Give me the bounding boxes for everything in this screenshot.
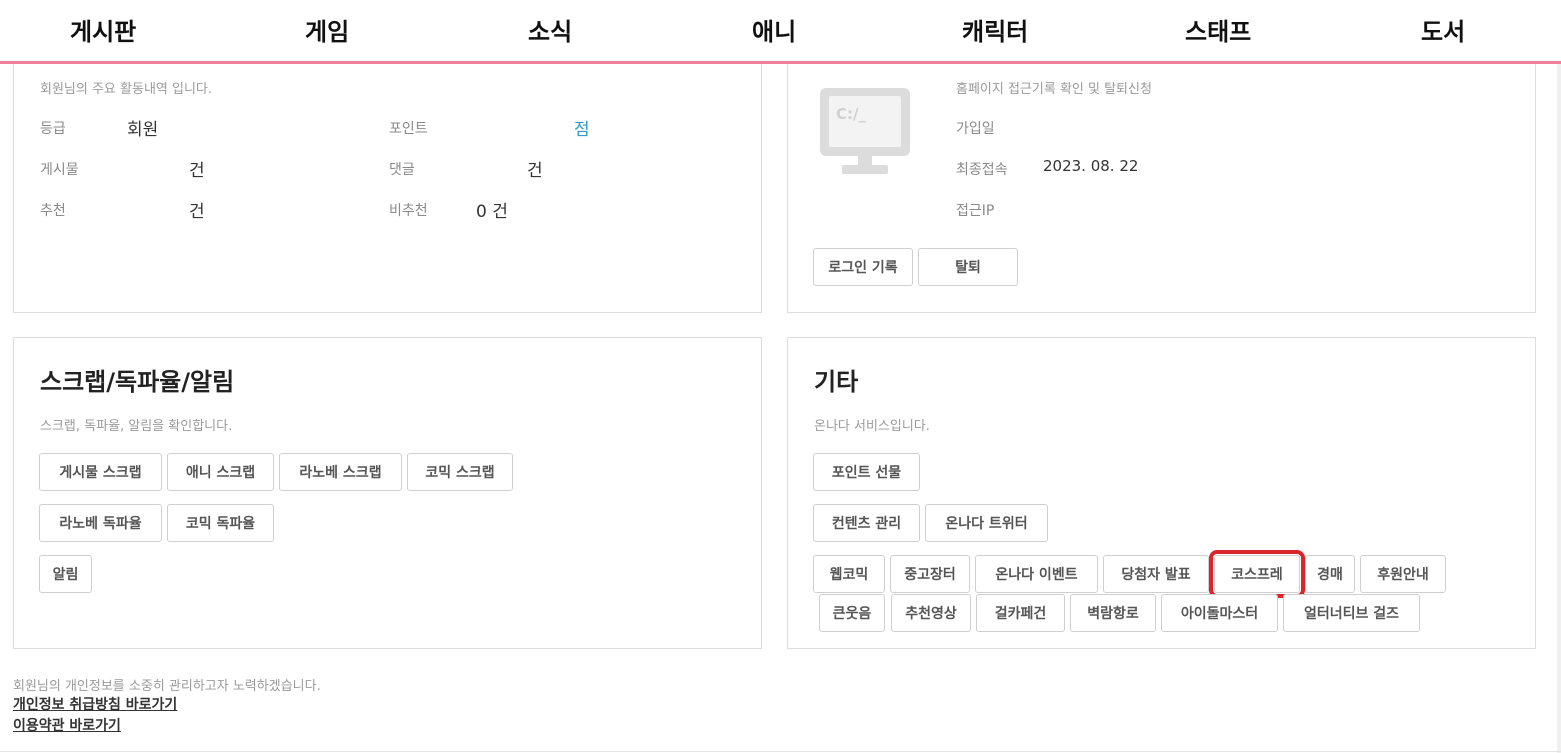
etc-description: 온나다 서비스입니다. xyxy=(814,419,930,434)
nav-item-anime[interactable]: 애니 xyxy=(752,12,796,47)
activity-panel: 회원님의 주요 활동내역 입니다. 등급 회원 포인트 점 게시물 건 댓글 건… xyxy=(13,64,762,313)
comic-scrap-button[interactable]: 코믹 스크랩 xyxy=(407,453,513,491)
notification-button[interactable]: 알림 xyxy=(39,555,92,593)
access-panel: C:/_ 홈페이지 접근기록 확인 및 탈퇴신청 가입일 최종접속 2023. … xyxy=(787,64,1536,313)
azur-lane-button[interactable]: 벽람항로 xyxy=(1070,594,1156,632)
nonrecommend-value: 0 건 xyxy=(476,202,508,222)
used-market-button[interactable]: 중고장터 xyxy=(890,555,970,593)
winner-announcement-button[interactable]: 당첨자 발표 xyxy=(1103,555,1209,593)
sponsor-info-button[interactable]: 후원안내 xyxy=(1360,555,1446,593)
comic-read-rate-button[interactable]: 코믹 독파율 xyxy=(167,504,274,542)
scrap-panel: 스크랩/독파율/알림 스크랩, 독파율, 알림을 확인합니다. 게시물 스크랩 … xyxy=(13,337,762,649)
content-manage-button[interactable]: 컨텐츠 관리 xyxy=(813,504,920,542)
nav-item-staff[interactable]: 스태프 xyxy=(1185,12,1251,47)
comments-value: 건 xyxy=(527,161,543,181)
monitor-icon-text: C:/_ xyxy=(836,105,866,123)
withdraw-button[interactable]: 탈퇴 xyxy=(918,248,1018,286)
last-login-label: 최종접속 xyxy=(956,162,1008,178)
bottom-divider xyxy=(0,751,1561,752)
scrap-description: 스크랩, 독파율, 알림을 확인합니다. xyxy=(40,419,233,434)
scrollbar[interactable] xyxy=(1557,64,1561,753)
girls-cafe-gun-button[interactable]: 걸카페건 xyxy=(976,594,1065,632)
onnada-twitter-button[interactable]: 온나다 트위터 xyxy=(925,504,1048,542)
comments-label: 댓글 xyxy=(389,162,415,178)
lightnovel-scrap-button[interactable]: 라노베 스크랩 xyxy=(279,453,402,491)
grade-label: 등급 xyxy=(40,121,66,137)
grade-value: 회원 xyxy=(127,120,159,140)
anime-scrap-button[interactable]: 애니 스크랩 xyxy=(167,453,274,491)
lightnovel-read-rate-button[interactable]: 라노베 독파율 xyxy=(39,504,162,542)
privacy-policy-link[interactable]: 개인정보 취급방침 바로가기 xyxy=(13,694,177,714)
onnada-event-button[interactable]: 온나다 이벤트 xyxy=(975,555,1098,593)
scrap-title: 스크랩/독파율/알림 xyxy=(40,368,235,396)
point-label: 포인트 xyxy=(389,121,428,137)
join-date-label: 가입일 xyxy=(956,121,995,137)
point-value: 점 xyxy=(574,120,590,140)
alternative-girls-button[interactable]: 얼터너티브 걸즈 xyxy=(1283,594,1420,632)
recommend-value: 건 xyxy=(189,202,205,222)
nav-item-game[interactable]: 게임 xyxy=(305,12,349,47)
top-nav: 게시판 게임 소식 애니 캐릭터 스태프 도서 xyxy=(0,0,1561,64)
privacy-notice: 회원님의 개인정보를 소중히 관리하고자 노력하겠습니다. xyxy=(13,679,321,694)
nonrecommend-label: 비추천 xyxy=(389,203,428,219)
idolmaster-button[interactable]: 아이돌마스터 xyxy=(1161,594,1278,632)
post-scrap-button[interactable]: 게시물 스크랩 xyxy=(39,453,162,491)
cosplay-button[interactable]: 코스프레 xyxy=(1209,550,1305,598)
monitor-icon: C:/_ xyxy=(820,88,910,174)
terms-link[interactable]: 이용약관 바로가기 xyxy=(13,715,121,735)
login-history-button[interactable]: 로그인 기록 xyxy=(813,248,913,286)
auction-button[interactable]: 경매 xyxy=(1305,555,1355,593)
etc-title: 기타 xyxy=(814,368,859,396)
webcomic-button[interactable]: 웹코믹 xyxy=(813,555,885,593)
etc-panel: 기타 온나다 서비스입니다. 포인트 선물 컨텐츠 관리 온나다 트위터 웹코믹… xyxy=(787,337,1536,649)
access-ip-label: 접근IP xyxy=(956,203,995,219)
nav-item-board[interactable]: 게시판 xyxy=(70,12,136,47)
posts-value: 건 xyxy=(189,161,205,181)
activity-description: 회원님의 주요 활동내역 입니다. xyxy=(40,82,213,97)
recommended-video-button[interactable]: 추천영상 xyxy=(891,594,971,632)
nav-item-books[interactable]: 도서 xyxy=(1421,12,1465,47)
posts-label: 게시물 xyxy=(40,162,79,178)
nav-item-news[interactable]: 소식 xyxy=(528,12,572,47)
nav-item-character[interactable]: 캐릭터 xyxy=(962,12,1028,47)
last-login-value: 2023. 08. 22 xyxy=(1043,157,1139,175)
access-description: 홈페이지 접근기록 확인 및 탈퇴신청 xyxy=(956,82,1152,97)
big-laugh-button[interactable]: 큰웃음 xyxy=(819,594,885,632)
recommend-label: 추천 xyxy=(40,203,66,219)
point-gift-button[interactable]: 포인트 선물 xyxy=(813,453,920,491)
